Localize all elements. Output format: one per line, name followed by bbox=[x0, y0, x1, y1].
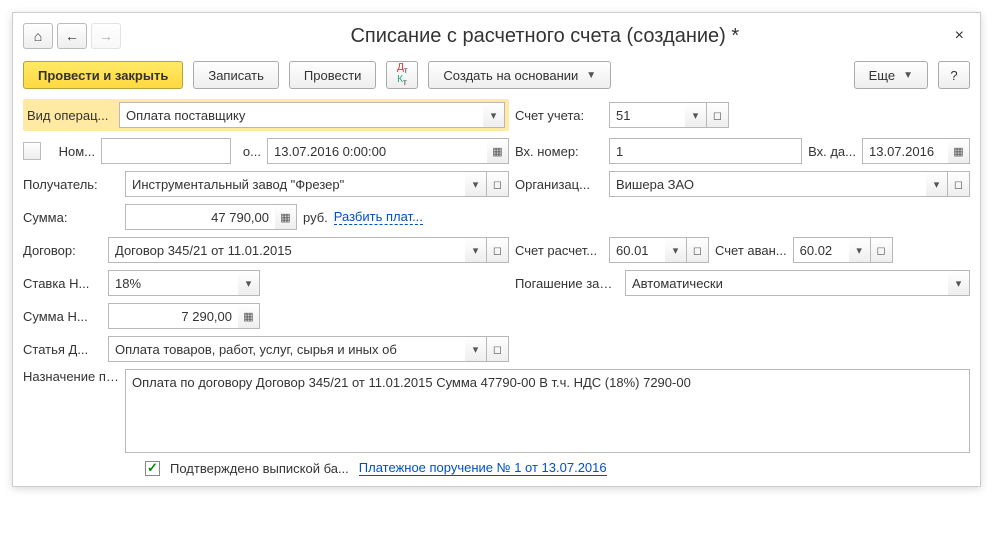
home-icon: ⌂ bbox=[34, 28, 42, 44]
create-based-label: Создать на основании bbox=[443, 68, 578, 83]
confirmed-label: Подтверждено выпиской ба... bbox=[170, 461, 349, 476]
vat-rate-input[interactable]: 18% bbox=[108, 270, 238, 296]
org-input[interactable]: Вишера ЗАО bbox=[609, 171, 926, 197]
calculator-button[interactable]: ▦ bbox=[238, 303, 260, 329]
contract-label: Договор: bbox=[23, 243, 102, 258]
form-area: Вид операц... Оплата поставщику ▾ Счет у… bbox=[23, 99, 970, 476]
close-icon: × bbox=[955, 27, 964, 44]
dropdown-button[interactable]: ▾ bbox=[465, 336, 487, 362]
calendar-button[interactable]: ▦ bbox=[948, 138, 970, 164]
purpose-textarea[interactable]: Оплата по договору Договор 345/21 от 11.… bbox=[125, 369, 970, 453]
payee-label: Получатель: bbox=[23, 177, 119, 192]
open-button[interactable]: ◻ bbox=[687, 237, 709, 263]
ext-number-label: Вх. номер: bbox=[515, 144, 603, 159]
back-button[interactable]: ← bbox=[57, 23, 87, 49]
calendar-button[interactable]: ▦ bbox=[487, 138, 509, 164]
date-input[interactable]: 13.07.2016 0:00:00 bbox=[267, 138, 487, 164]
arrow-right-icon: → bbox=[99, 28, 113, 44]
ext-date-label: Вх. да... bbox=[808, 144, 856, 159]
op-type-input[interactable]: Оплата поставщику bbox=[119, 102, 483, 128]
ext-date-input[interactable]: 13.07.2016 bbox=[862, 138, 948, 164]
open-button[interactable]: ◻ bbox=[948, 171, 970, 197]
post-button[interactable]: Провести bbox=[289, 61, 377, 89]
chevron-down-icon: ▼ bbox=[903, 70, 913, 81]
payee-input[interactable]: Инструментальный завод "Фрезер" bbox=[125, 171, 465, 197]
open-button[interactable]: ◻ bbox=[707, 102, 729, 128]
payment-order-link[interactable]: Платежное поручение № 1 от 13.07.2016 bbox=[359, 460, 607, 476]
vat-sum-label: Сумма Н... bbox=[23, 309, 102, 324]
dropdown-button[interactable]: ▾ bbox=[238, 270, 260, 296]
account-settlement-label: Счет расчет... bbox=[515, 243, 603, 258]
dropdown-button[interactable]: ▾ bbox=[483, 102, 505, 128]
sum-label: Сумма: bbox=[23, 210, 119, 225]
confirmed-checkbox[interactable]: ✓ bbox=[145, 461, 160, 476]
contract-input[interactable]: Договор 345/21 от 11.01.2015 bbox=[108, 237, 465, 263]
help-button[interactable]: ? bbox=[938, 61, 970, 89]
account-advance-label: Счет аван... bbox=[715, 243, 787, 258]
vat-rate-label: Ставка Н... bbox=[23, 276, 102, 291]
dropdown-button[interactable]: ▾ bbox=[465, 171, 487, 197]
split-payment-link[interactable]: Разбить плат... bbox=[334, 209, 423, 225]
dropdown-button[interactable]: ▾ bbox=[685, 102, 707, 128]
home-button[interactable]: ⌂ bbox=[23, 23, 53, 49]
document-window: ⌂ ← → Списание с расчетного счета (созда… bbox=[12, 12, 981, 487]
org-label: Организац... bbox=[515, 177, 603, 192]
calculator-button[interactable]: ▦ bbox=[275, 204, 297, 230]
dtkt-icon: ДтКт bbox=[397, 63, 408, 87]
dropdown-button[interactable]: ▾ bbox=[665, 237, 687, 263]
article-input[interactable]: Оплата товаров, работ, услуг, сырья и ин… bbox=[108, 336, 465, 362]
more-label: Еще bbox=[869, 68, 895, 83]
open-button[interactable]: ◻ bbox=[487, 237, 509, 263]
open-button[interactable]: ◻ bbox=[871, 237, 893, 263]
debt-input[interactable]: Автоматически bbox=[625, 270, 948, 296]
account-input[interactable]: 51 bbox=[609, 102, 685, 128]
vat-sum-input[interactable]: 7 290,00 bbox=[108, 303, 238, 329]
currency-label: руб. bbox=[303, 210, 328, 225]
post-and-close-label: Провести и закрыть bbox=[38, 68, 168, 83]
more-button[interactable]: Еще ▼ bbox=[854, 61, 928, 89]
save-button[interactable]: Записать bbox=[193, 61, 279, 89]
status-icon bbox=[23, 142, 41, 160]
account-label: Счет учета: bbox=[515, 108, 603, 123]
sum-input[interactable]: 47 790,00 bbox=[125, 204, 275, 230]
chevron-down-icon: ▼ bbox=[586, 70, 596, 81]
toolbar: Провести и закрыть Записать Провести ДтК… bbox=[23, 61, 970, 89]
account-settlement-input[interactable]: 60.01 bbox=[609, 237, 665, 263]
dropdown-button[interactable]: ▾ bbox=[926, 171, 948, 197]
dropdown-button[interactable]: ▾ bbox=[465, 237, 487, 263]
titlebar: ⌂ ← → Списание с расчетного счета (созда… bbox=[23, 23, 970, 49]
help-icon: ? bbox=[950, 68, 957, 83]
from-label: о... bbox=[237, 144, 261, 159]
number-label: Ном... bbox=[47, 144, 95, 159]
op-type-label: Вид операц... bbox=[27, 108, 113, 123]
dropdown-button[interactable]: ▾ bbox=[948, 270, 970, 296]
open-button[interactable]: ◻ bbox=[487, 336, 509, 362]
account-advance-input[interactable]: 60.02 bbox=[793, 237, 849, 263]
open-button[interactable]: ◻ bbox=[487, 171, 509, 197]
number-input[interactable] bbox=[101, 138, 231, 164]
window-title: Списание с расчетного счета (создание) * bbox=[141, 25, 949, 48]
create-based-button[interactable]: Создать на основании ▼ bbox=[428, 61, 611, 89]
close-button[interactable]: × bbox=[949, 27, 970, 45]
ext-number-input[interactable]: 1 bbox=[609, 138, 802, 164]
debt-label: Погашение задолженно... bbox=[515, 277, 619, 290]
post-label: Провести bbox=[304, 68, 362, 83]
nav-buttons: ⌂ ← → bbox=[23, 23, 121, 49]
purpose-label: Назначение платежа: bbox=[23, 369, 119, 385]
post-and-close-button[interactable]: Провести и закрыть bbox=[23, 61, 183, 89]
forward-button[interactable]: → bbox=[91, 23, 121, 49]
dropdown-button[interactable]: ▾ bbox=[849, 237, 871, 263]
dtkt-button[interactable]: ДтКт bbox=[386, 61, 418, 89]
footer: ✓ Подтверждено выпиской ба... Платежное … bbox=[23, 460, 970, 476]
save-label: Записать bbox=[208, 68, 264, 83]
arrow-left-icon: ← bbox=[65, 28, 79, 44]
article-label: Статья Д... bbox=[23, 342, 102, 357]
